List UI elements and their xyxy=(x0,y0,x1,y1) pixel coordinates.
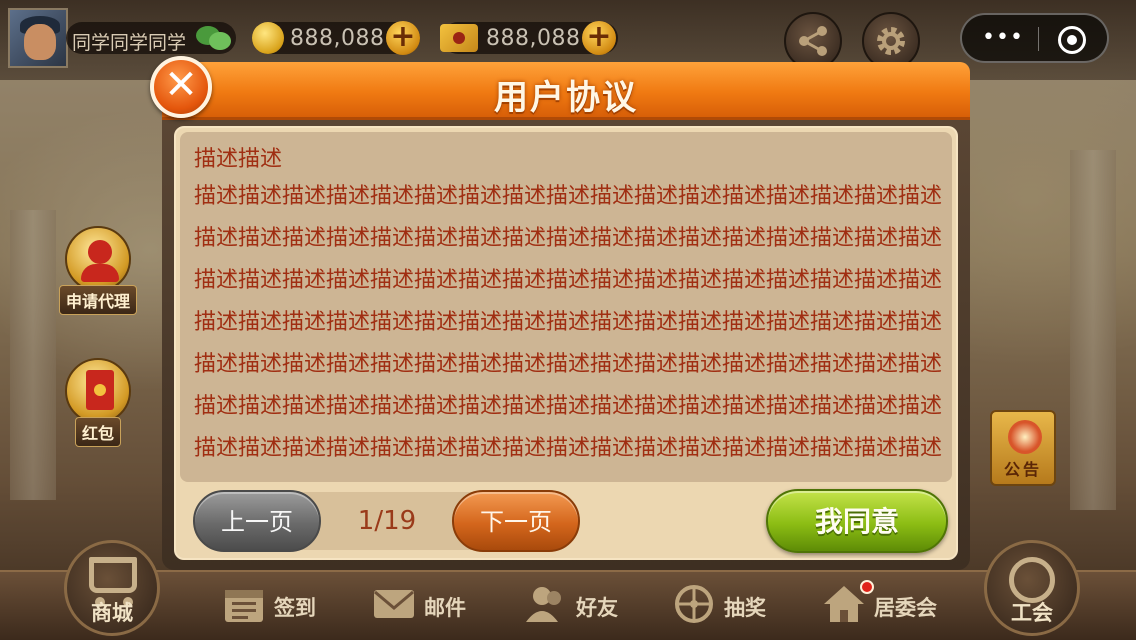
mail-label: 邮件 xyxy=(424,596,466,620)
megaphone-icon xyxy=(1008,420,1042,454)
cart-icon xyxy=(89,557,137,593)
apply-agent-button[interactable]: 申请代理 xyxy=(58,226,138,315)
gear-icon xyxy=(877,27,905,55)
agreement-line: 描述描述描述描述描述描述描述描述描述描述描述描述描述描述描述描述描述描述描述描述… xyxy=(194,184,942,209)
card-amount: 888,088 xyxy=(486,26,581,51)
share-icon xyxy=(799,26,827,56)
shop-label: 商城 xyxy=(91,601,133,625)
agreement-line: 描述描述描述描述描述描述描述描述描述描述描述描述描述描述描述描述描述描述描述描述… xyxy=(194,268,942,293)
bottom-nav-bar xyxy=(0,570,1136,640)
friends-label: 好友 xyxy=(576,596,618,620)
page-indicator: 1/19 xyxy=(357,506,417,536)
red-packet-button[interactable]: 红包 xyxy=(58,358,138,447)
committee-label: 居委会 xyxy=(874,596,937,620)
checkin-label: 签到 xyxy=(274,596,316,620)
close-icon: ✕ xyxy=(164,62,198,108)
agent-icon xyxy=(65,226,131,292)
add-card-button[interactable]: + xyxy=(582,21,616,55)
close-button[interactable]: ✕ xyxy=(150,56,212,118)
apply-agent-label: 申请代理 xyxy=(58,285,137,315)
red-envelope-icon xyxy=(65,358,131,424)
avatar[interactable] xyxy=(8,8,68,68)
friends-icon xyxy=(526,587,561,622)
agreement-line: 描述描述描述描述描述描述描述描述描述描述描述描述描述描述描述描述描述描述描述描述… xyxy=(194,310,942,335)
agree-button[interactable]: 我同意 xyxy=(766,489,948,553)
red-packet-label: 红包 xyxy=(74,417,121,447)
agreement-heading: 描述描述 xyxy=(194,147,283,172)
agreement-line: 描述描述描述描述描述描述描述描述描述描述描述描述描述描述描述描述描述描述描述描述… xyxy=(194,394,942,419)
add-gold-button[interactable]: + xyxy=(386,21,420,55)
agreement-line: 描述描述描述描述描述描述描述描述描述描述描述描述描述描述描述描述描述描述描述描述… xyxy=(194,352,942,377)
agreement-text[interactable]: 描述描述 描述描述描述描述描述描述描述描述描述描述描述描述描述描述描述描述描述描… xyxy=(194,144,942,480)
wechat-icon xyxy=(196,26,232,50)
notice-button[interactable]: 公告 xyxy=(990,410,1056,486)
username: 同学同学同学 xyxy=(72,32,187,54)
dialog-title: 用户协议 xyxy=(494,78,638,118)
prev-page-button[interactable]: 上一页 xyxy=(193,490,321,552)
shop-button[interactable]: 商城 xyxy=(64,540,160,636)
calendar-icon xyxy=(225,590,263,622)
next-page-button[interactable]: 下一页 xyxy=(452,490,580,552)
target-icon[interactable] xyxy=(1058,26,1086,54)
miniprogram-capsule: ••• xyxy=(960,13,1109,63)
agreement-line: 描述描述描述描述描述描述描述描述描述描述描述描述描述描述描述描述描述描述描述描述… xyxy=(194,226,942,251)
more-icon[interactable]: ••• xyxy=(982,25,1023,50)
wheel-icon xyxy=(675,585,713,623)
notification-badge xyxy=(860,580,874,594)
agreement-line: 描述描述描述描述描述描述描述描述描述描述描述描述描述描述描述描述描述描述描述描述… xyxy=(194,436,942,461)
mail-icon xyxy=(374,590,414,618)
gold-amount: 888,088 xyxy=(290,26,385,51)
union-label: 工会 xyxy=(1011,601,1053,625)
ticket-icon xyxy=(440,24,478,52)
union-button[interactable]: 工会 xyxy=(984,540,1080,636)
notice-label: 公告 xyxy=(1003,460,1042,479)
house-icon xyxy=(824,586,864,622)
dialog-header: 用户协议 xyxy=(162,62,970,120)
coin-icon xyxy=(252,22,284,54)
lottery-label: 抽奖 xyxy=(724,596,766,620)
